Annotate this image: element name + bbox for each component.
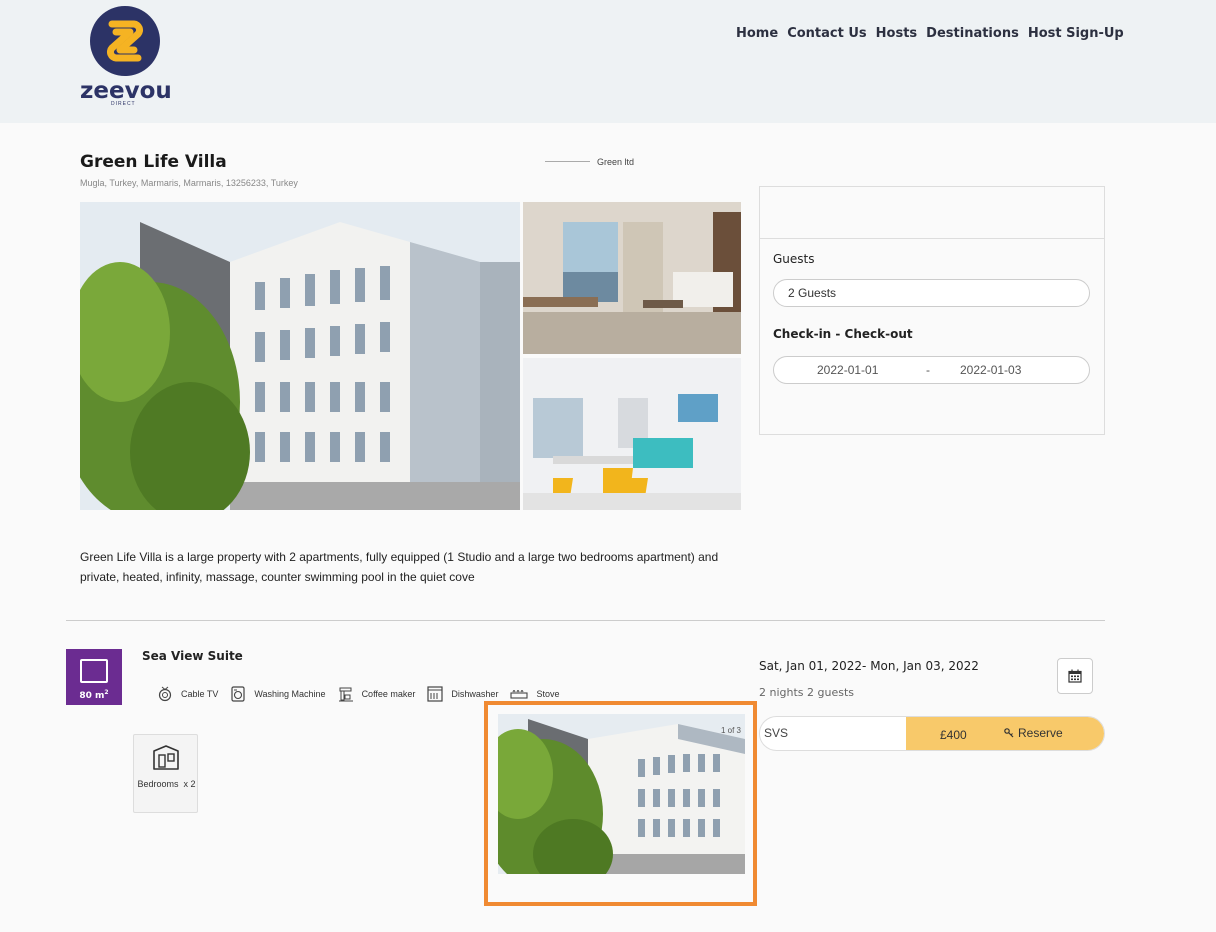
dishwasher-icon	[427, 686, 444, 702]
rate-name: SVS	[764, 726, 789, 740]
checkout-value[interactable]: 2022-01-03	[960, 363, 1021, 377]
nav-home[interactable]: Home	[736, 26, 778, 41]
dining-room-photo	[523, 358, 741, 510]
checkin-value[interactable]: 2022-01-01	[817, 363, 878, 377]
operator-line	[545, 161, 590, 162]
stay-summary: 2 nights 2 guests	[759, 686, 855, 699]
dates-label: Check-in - Check-out	[773, 327, 913, 341]
amenity-item: Washing Machine	[230, 686, 326, 702]
area-value: 80 m2	[79, 689, 109, 701]
gallery-main-photo[interactable]	[80, 202, 520, 510]
rate-price: £400	[940, 728, 967, 742]
calendar-icon	[1068, 669, 1082, 683]
amenity-label: Coffee maker	[361, 689, 416, 699]
booking-panel	[759, 186, 1105, 435]
gallery-dining-photo[interactable]	[523, 358, 741, 510]
nav-host-sign-up[interactable]: Host Sign-Up	[1028, 26, 1124, 41]
date-range-input[interactable]: 2022-01-01 - 2022-01-03	[773, 356, 1090, 384]
amenity-label: Stove	[536, 689, 560, 699]
room-title: Sea View Suite	[142, 649, 243, 663]
area-icon	[80, 659, 108, 683]
living-room-photo	[523, 202, 741, 354]
key-icon	[1004, 728, 1014, 738]
guests-value: 2 Guests	[788, 286, 837, 300]
booking-panel-header	[760, 187, 1104, 239]
coffee-maker-icon	[338, 686, 354, 702]
logo-subtext: DIRECT	[111, 101, 136, 107]
amenities-list: Cable TV Washing Machine Coffee maker Di…	[157, 686, 571, 702]
room-photo-carousel[interactable]: 1 of 3	[498, 714, 745, 874]
property-address: Mugla, Turkey, Marmaris, Marmaris, 13256…	[80, 178, 298, 188]
amenity-item: Coffee maker	[338, 686, 416, 702]
nav-contact-us[interactable]: Contact Us	[787, 26, 866, 41]
bedroom-icon	[153, 745, 179, 770]
operator-name: Green ltd	[597, 157, 635, 167]
logo-mark[interactable]	[90, 6, 160, 76]
bedrooms-card: Bedrooms x 2	[133, 734, 198, 813]
building-photo	[80, 202, 520, 510]
amenity-item: Cable TV	[157, 686, 218, 702]
reserve-label: Reserve	[1018, 726, 1063, 740]
guests-label: Guests	[773, 252, 815, 266]
cable-tv-icon	[157, 686, 173, 702]
property-description: Green Life Villa is a large property wit…	[80, 550, 719, 584]
amenity-label: Dishwasher	[451, 689, 499, 699]
gallery-living-room-photo[interactable]	[523, 202, 741, 354]
stay-dates: Sat, Jan 01, 2022- Mon, Jan 03, 2022	[759, 659, 979, 673]
logo-icon	[106, 20, 144, 62]
stove-icon	[510, 686, 529, 702]
date-separator: -	[926, 363, 930, 377]
washing-machine-icon	[230, 686, 246, 702]
reserve-button[interactable]: £400 Reserve	[906, 717, 1104, 750]
site-header: zeevou DIRECT Home Contact Us Hosts Dest…	[0, 0, 1216, 123]
carousel-photo	[498, 714, 745, 874]
nav-destinations[interactable]: Destinations	[926, 26, 1019, 41]
main-nav: Home Contact Us Hosts Destinations Host …	[736, 26, 1133, 41]
amenity-label: Cable TV	[181, 689, 219, 699]
rate-row: SVS £400 Reserve	[759, 716, 1105, 751]
amenity-item: Stove	[510, 686, 559, 702]
amenity-item: Dishwasher	[427, 686, 498, 702]
photo-counter: 1 of 3	[720, 726, 741, 735]
section-divider	[66, 620, 1105, 621]
property-title: Green Life Villa	[80, 152, 227, 172]
guests-select[interactable]: 2 Guests	[773, 279, 1090, 307]
amenity-label: Washing Machine	[254, 689, 326, 699]
nav-hosts[interactable]: Hosts	[876, 26, 918, 41]
bedrooms-label: Bedrooms x 2	[137, 779, 196, 789]
calendar-button[interactable]	[1057, 658, 1093, 694]
area-badge: 80 m2	[66, 649, 122, 705]
